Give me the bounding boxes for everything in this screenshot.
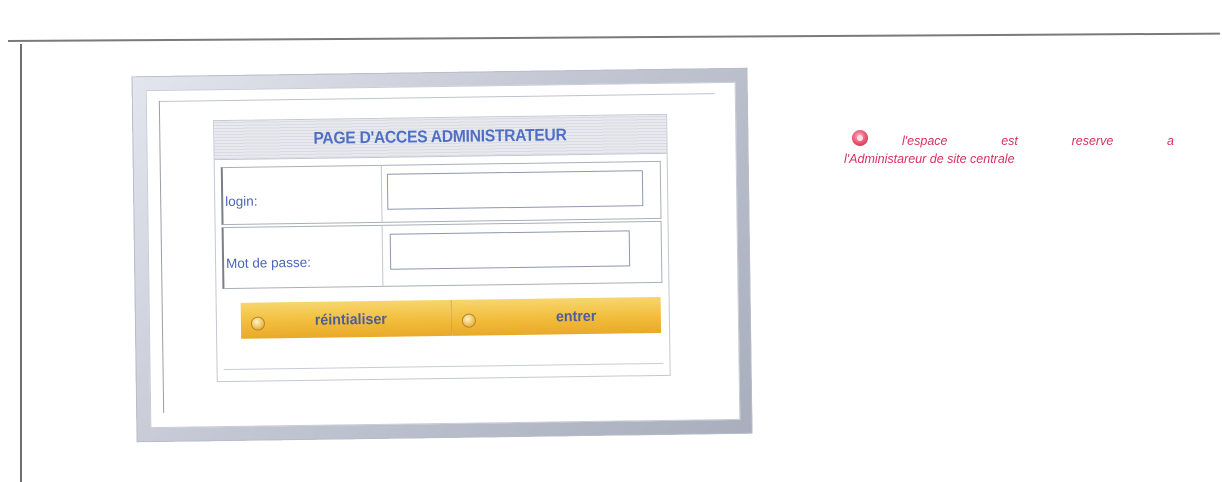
form-bottom-divider	[223, 362, 664, 371]
page-title: PAGE D'ACCES ADMINISTRATEUR	[313, 125, 568, 148]
enter-button[interactable]: entrer	[450, 296, 662, 336]
button-bullet-icon	[250, 316, 266, 331]
login-panel: PAGE D'ACCES ADMINISTRATEUR login: Mot d…	[131, 67, 753, 443]
button-bullet-icon	[461, 313, 476, 328]
button-bar: réintialiser entrer	[240, 296, 662, 339]
enter-button-label: entrer	[555, 307, 597, 325]
password-row: Mot de passe:	[221, 220, 663, 290]
reset-button[interactable]: réintialiser	[240, 299, 451, 339]
inner-divider-top	[158, 93, 715, 102]
notice-word: reserve	[1071, 134, 1114, 148]
notice-word: a	[1167, 134, 1174, 148]
login-input[interactable]	[386, 170, 644, 210]
notice-line-1: l'espace est reserve a	[902, 134, 1174, 148]
password-label: Mot de passe:	[225, 254, 311, 272]
notice-word: est	[1001, 134, 1018, 148]
reset-button-label: réintialiser	[314, 310, 387, 329]
row-divider	[380, 165, 383, 222]
page: PAGE D'ACCES ADMINISTRATEUR login: Mot d…	[0, 0, 1222, 482]
inner-divider-left	[158, 100, 165, 413]
row-divider	[381, 225, 384, 286]
page-frame-top-border	[8, 32, 1220, 42]
notice-word: l'espace	[902, 134, 948, 148]
password-input[interactable]	[389, 230, 631, 270]
login-panel-inner: PAGE D'ACCES ADMINISTRATEUR login: Mot d…	[145, 81, 741, 429]
form-title-bar: PAGE D'ACCES ADMINISTRATEUR	[214, 114, 667, 161]
login-row: login:	[220, 160, 662, 226]
login-label: login:	[225, 193, 258, 210]
red-bullet-icon	[852, 130, 868, 146]
notice-line-2: l'Administareur de site centrale	[844, 152, 1015, 166]
login-form: PAGE D'ACCES ADMINISTRATEUR login: Mot d…	[213, 113, 671, 383]
page-frame-left-border	[20, 44, 22, 482]
